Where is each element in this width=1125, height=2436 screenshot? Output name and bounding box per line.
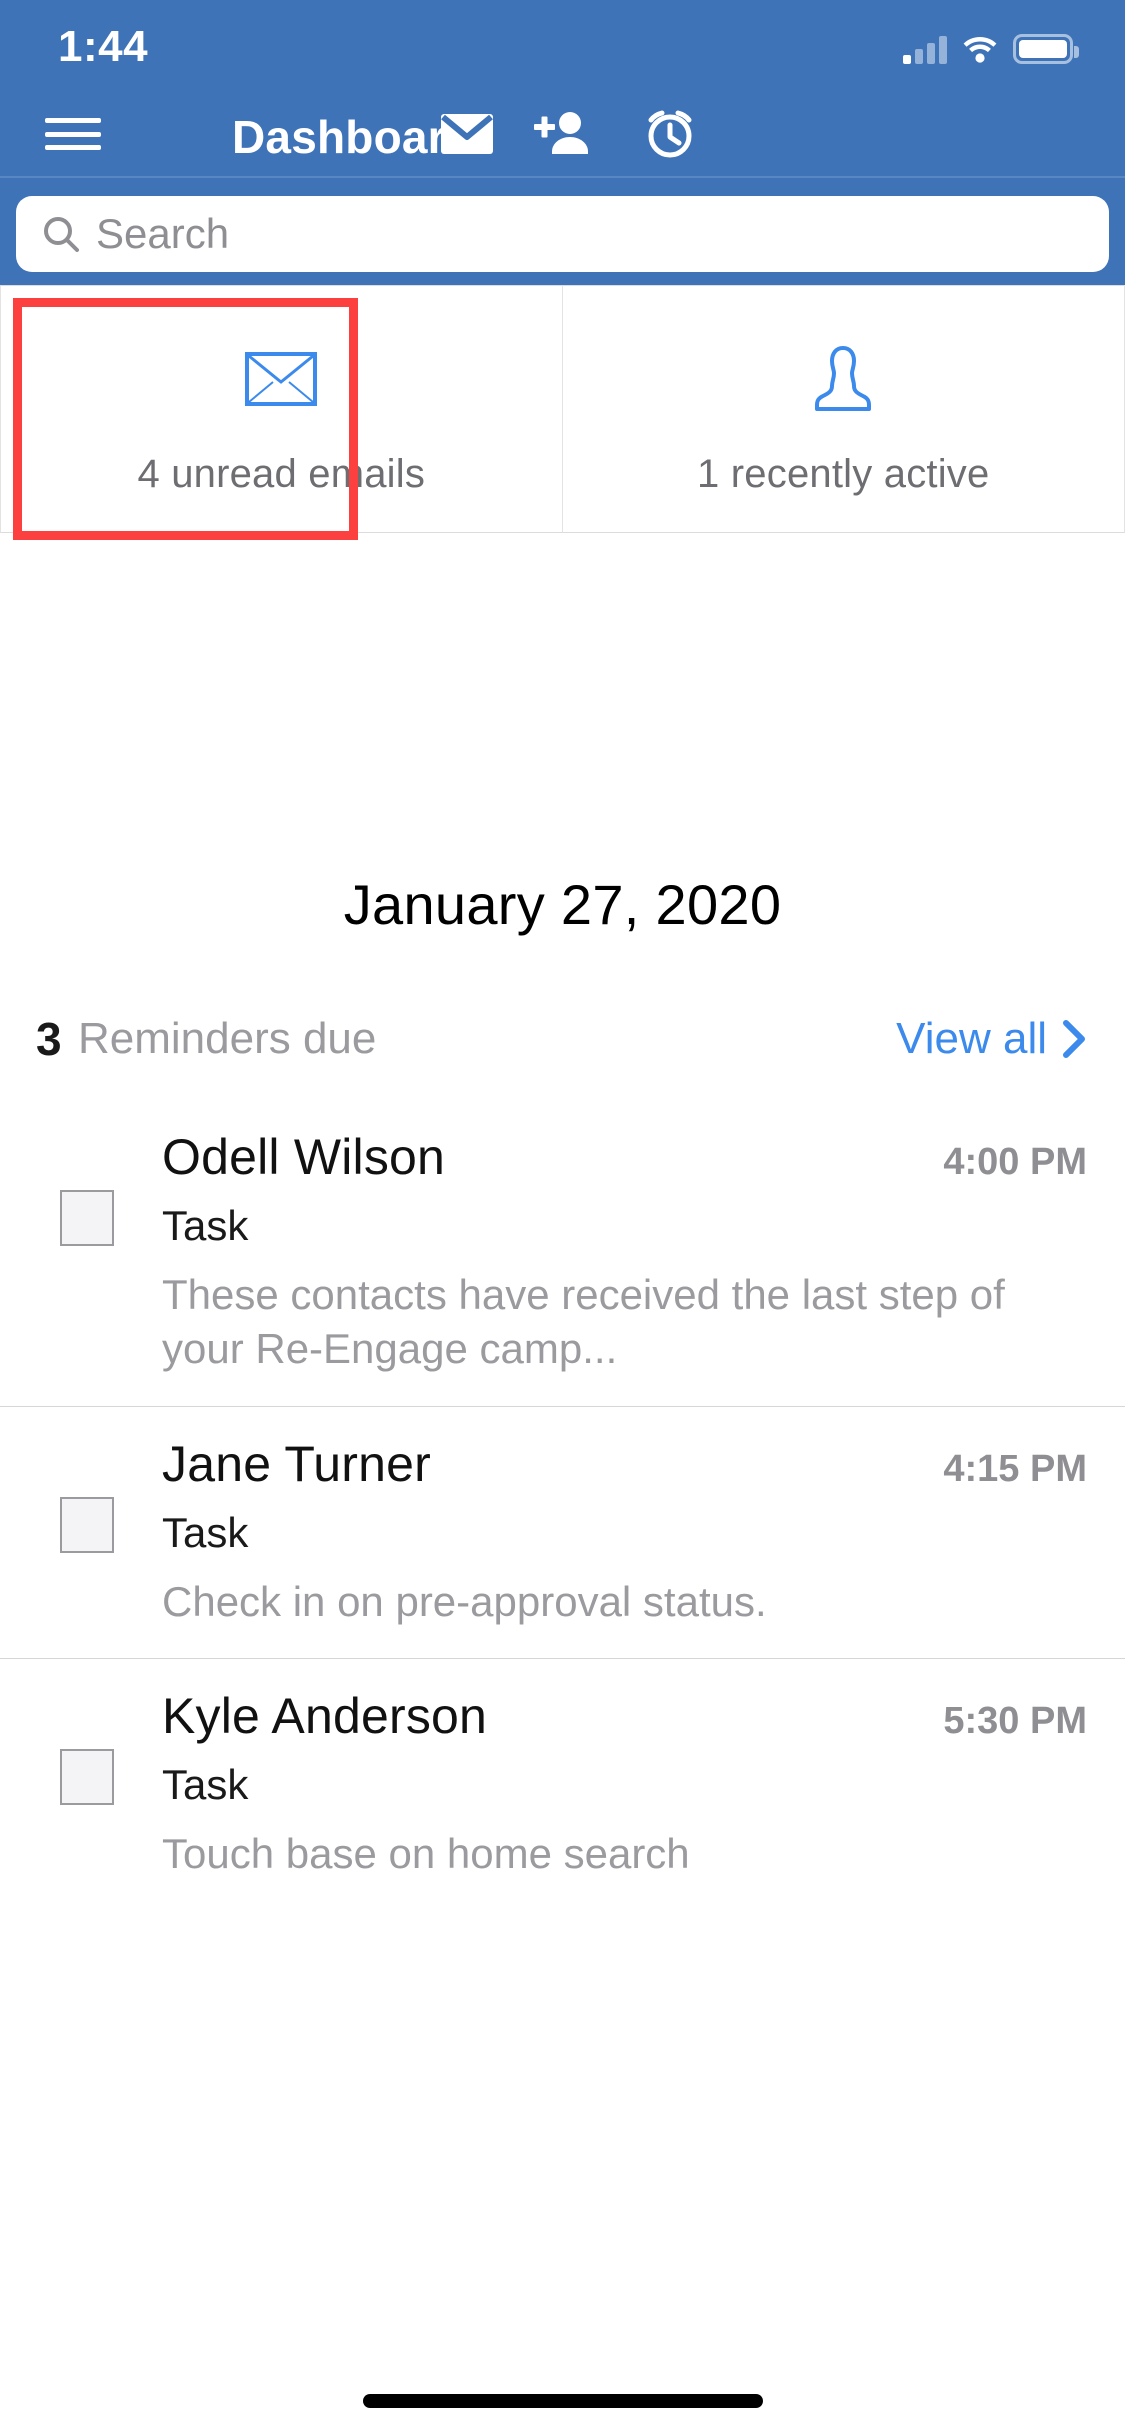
cellular-signal-icon (903, 34, 947, 64)
status-indicators (903, 28, 1079, 64)
reminder-time: 4:00 PM (943, 1141, 1087, 1183)
reminder-type: Task (162, 1202, 249, 1249)
person-outline-icon (812, 344, 874, 414)
reminder-checkbox[interactable] (60, 1190, 114, 1246)
header-region: 1:44 Dashboard Search (0, 0, 1125, 285)
reminder-description: Check in on pre-approval status. (162, 1577, 767, 1625)
reminders-header: 3 Reminders due View all (0, 1012, 1125, 1082)
search-input[interactable]: Search (96, 213, 229, 255)
search-bar[interactable]: Search (16, 196, 1109, 272)
search-icon (42, 215, 80, 253)
view-all-label: View all (896, 1014, 1047, 1063)
reminder-name: Jane Turner (162, 1435, 432, 1492)
reminders-list: Odell Wilson 4:00 PM Task These contacts… (0, 1100, 1125, 1911)
reminder-description: These contacts have received the last st… (162, 1271, 1005, 1372)
mail-icon[interactable] (435, 108, 499, 160)
alarm-clock-icon[interactable] (638, 108, 702, 160)
reminder-type: Task (162, 1508, 249, 1556)
recently-active-label: 1 recently active (697, 452, 990, 496)
wifi-icon (961, 34, 999, 64)
table-row[interactable]: Jane Turner 4:15 PM Task Check in on pre… (0, 1407, 1125, 1660)
reminders-count: 3 (36, 1013, 62, 1065)
table-row[interactable]: Odell Wilson 4:00 PM Task These contacts… (0, 1100, 1125, 1407)
envelope-outline-icon (244, 344, 318, 414)
reminder-time: 4:15 PM (943, 1447, 1087, 1490)
hamburger-menu-icon[interactable] (45, 114, 101, 154)
add-person-icon[interactable] (530, 108, 594, 160)
date-heading: January 27, 2020 (343, 873, 782, 936)
view-all-button[interactable]: View all (896, 1014, 1087, 1064)
status-bar: 1:44 (0, 0, 1125, 88)
reminders-label: Reminders due (78, 1014, 377, 1063)
recently-active-card[interactable]: 1 recently active (562, 285, 1125, 533)
reminder-name: Odell Wilson (162, 1129, 446, 1185)
reminder-time: 5:30 PM (943, 1700, 1087, 1743)
navigation-bar: Dashboard (0, 88, 1125, 176)
battery-full-icon (1013, 34, 1079, 64)
reminder-checkbox[interactable] (60, 1496, 114, 1553)
home-indicator[interactable] (362, 2394, 763, 2408)
reminder-type: Task (162, 1761, 249, 1809)
reminder-name: Kyle Anderson (162, 1688, 488, 1745)
phone-screen: 1:44 Dashboard Search 4 unread emails 1 … (0, 0, 1125, 2436)
unread-emails-label: 4 unread emails (137, 452, 426, 496)
chevron-right-icon (1061, 1019, 1087, 1059)
header-divider (0, 176, 1125, 178)
table-row[interactable]: Kyle Anderson 5:30 PM Task Touch base on… (0, 1659, 1125, 1911)
stat-cards: 4 unread emails 1 recently active (0, 285, 1125, 533)
status-time: 1:44 (58, 22, 149, 71)
unread-emails-card[interactable]: 4 unread emails (0, 285, 563, 533)
reminder-description: Touch base on home search (162, 1830, 690, 1878)
reminder-checkbox[interactable] (60, 1749, 114, 1806)
